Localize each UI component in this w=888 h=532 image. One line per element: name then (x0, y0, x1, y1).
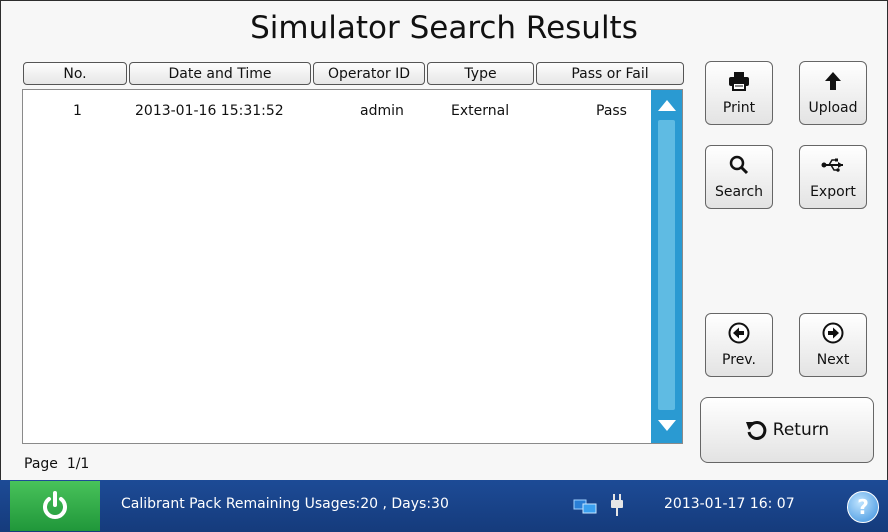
column-header-type[interactable]: Type (427, 62, 534, 85)
printer-icon (706, 70, 772, 92)
scroll-up-button[interactable] (651, 91, 682, 119)
search-label: Search (714, 184, 764, 200)
next-button[interactable]: Next (799, 313, 867, 377)
prev-button[interactable]: Prev. (705, 313, 773, 377)
results-list: 1 2013-01-16 15:31:52 admin External Pas… (22, 89, 683, 444)
scroll-down-button[interactable] (651, 412, 682, 440)
power-icon (43, 491, 67, 519)
arrow-up-icon (800, 70, 866, 92)
upload-button[interactable]: Upload (799, 61, 867, 125)
power-button[interactable] (10, 481, 100, 531)
cell-operator: admin (360, 103, 404, 119)
page-value: 1/1 (66, 456, 90, 472)
status-bar: Calibrant Pack Remaining Usages:20 , Day… (0, 480, 888, 532)
table-row[interactable]: 1 2013-01-16 15:31:52 admin External Pas… (23, 100, 653, 122)
print-label: Print (722, 100, 756, 116)
page-indicator: Page 1/1 (24, 456, 89, 472)
prev-label: Prev. (722, 352, 756, 368)
status-datetime: 2013-01-17 16: 07 (664, 496, 795, 512)
next-label: Next (816, 352, 850, 368)
column-header-pass-fail[interactable]: Pass or Fail (536, 62, 684, 85)
export-button[interactable]: Export (799, 145, 867, 209)
page-title: Simulator Search Results (250, 10, 638, 46)
cell-type: External (451, 103, 510, 119)
scroll-track[interactable] (658, 120, 675, 410)
return-icon (745, 420, 767, 440)
power-plug-icon (611, 494, 623, 516)
cell-datetime: 2013-01-16 15:31:52 (135, 103, 284, 119)
column-header-no[interactable]: No. (23, 62, 127, 85)
page-label: Page (24, 456, 58, 472)
print-button[interactable]: Print (705, 61, 773, 125)
return-button[interactable]: Return (700, 397, 874, 463)
return-label: Return (772, 420, 830, 440)
usb-icon (800, 154, 866, 176)
network-icon (573, 499, 597, 514)
arrow-down-icon (657, 420, 676, 431)
scrollbar[interactable] (651, 90, 682, 443)
cell-result: Pass (596, 103, 627, 119)
upload-label: Upload (808, 100, 858, 116)
column-header-operator-id[interactable]: Operator ID (313, 62, 425, 85)
arrow-up-icon (657, 100, 676, 111)
cell-no: 1 (73, 103, 82, 119)
search-icon (706, 154, 772, 176)
help-button[interactable]: ? (847, 491, 879, 523)
status-message: Calibrant Pack Remaining Usages:20 , Day… (121, 496, 449, 512)
search-button[interactable]: Search (705, 145, 773, 209)
arrow-left-circle-icon (706, 322, 772, 344)
export-label: Export (810, 184, 856, 200)
column-header-datetime[interactable]: Date and Time (129, 62, 311, 85)
arrow-right-circle-icon (800, 322, 866, 344)
